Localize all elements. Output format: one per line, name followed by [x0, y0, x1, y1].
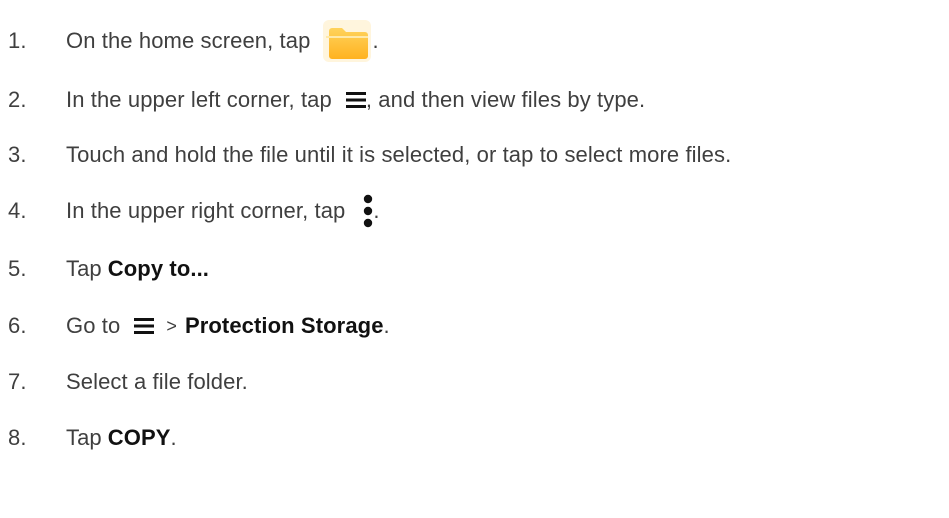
protection-storage-label: Protection Storage	[184, 313, 384, 338]
step-text: Touch and hold the file until it is sele…	[66, 142, 732, 167]
step-text-end: .	[372, 28, 379, 53]
step-8: 8. Tap COPY .	[8, 418, 177, 458]
step-2: 2. In the upper left corner, tap , and t…	[8, 80, 645, 120]
step-text-end: .	[373, 198, 380, 223]
menu-icon	[345, 91, 366, 109]
step-number: 2.	[8, 87, 27, 112]
step-text: Tap	[66, 425, 102, 450]
step-7: 7. Select a file folder.	[8, 362, 248, 402]
step-number: 6.	[8, 313, 27, 338]
step-text: In the upper left corner, tap	[66, 87, 332, 112]
step-number: 7.	[8, 369, 27, 394]
step-text: In the upper right corner, tap	[66, 198, 346, 223]
menu-icon	[134, 317, 155, 335]
step-number: 1.	[8, 28, 27, 53]
step-number: 4.	[8, 198, 27, 223]
step-4: 4. In the upper right corner, tap .	[8, 191, 380, 231]
step-1: 1. On the home screen, tap .	[8, 20, 379, 62]
more-vertical-icon	[363, 194, 373, 228]
step-6: 6. Go to > Protection Storage .	[8, 306, 390, 346]
step-number: 5.	[8, 256, 27, 281]
files-app-icon	[322, 20, 372, 62]
step-text: Select a file folder.	[66, 369, 248, 394]
step-number: 8.	[8, 425, 27, 450]
step-text: Tap	[66, 256, 102, 281]
breadcrumb-separator: >	[166, 315, 177, 336]
step-text-end: , and then view files by type.	[365, 87, 646, 112]
copy-label: COPY	[107, 425, 171, 450]
step-text-end: .	[383, 313, 390, 338]
step-text: On the home screen, tap	[66, 28, 311, 53]
step-text-end: .	[170, 425, 177, 450]
copy-to-label: Copy to...	[107, 256, 209, 281]
step-number: 3.	[8, 142, 27, 167]
step-text: Go to	[66, 313, 121, 338]
step-5: 5. Tap Copy to...	[8, 249, 209, 289]
step-3: 3. Touch and hold the file until it is s…	[8, 135, 731, 175]
instruction-steps: 1. On the home screen, tap . 2. In the u…	[0, 0, 949, 518]
